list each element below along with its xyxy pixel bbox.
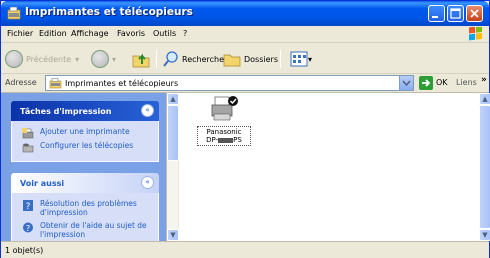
back-arrow-icon — [5, 50, 23, 68]
menu-affichage[interactable]: Affichage — [71, 29, 109, 38]
go-button[interactable] — [419, 76, 433, 90]
printer-tasks-header[interactable]: Tâches d'impression « — [11, 101, 159, 121]
views-button[interactable]: ▾ — [290, 48, 312, 70]
see-also-header[interactable]: Voir aussi « — [11, 173, 159, 193]
forward-button[interactable]: ▾ — [91, 48, 116, 70]
printers-folder-icon — [49, 78, 62, 89]
help-circle-icon: ? — [23, 222, 33, 233]
menu-outils[interactable]: Outils — [153, 29, 176, 38]
address-label: Adresse — [5, 78, 37, 87]
scroll-down-button[interactable]: ▼ — [479, 229, 490, 241]
folders-button[interactable]: Dossiers — [223, 48, 278, 70]
up-button[interactable] — [131, 48, 151, 70]
folders-icon — [223, 54, 241, 67]
printer-tasks-title: Tâches d'impression — [20, 107, 112, 116]
see-also-panel: Voir aussi « ? Résolution des problèmes … — [11, 173, 159, 241]
printing-help-label: Obtenir de l'aide au sujet de l'impressi… — [40, 221, 147, 239]
search-button[interactable]: Rechercher — [163, 48, 227, 70]
go-arrow-icon — [422, 79, 431, 87]
minimize-icon — [432, 16, 438, 18]
printer-icon — [211, 96, 238, 121]
configure-fax-label: Configurer les télécopies — [40, 141, 134, 150]
back-dropdown-icon: ▾ — [75, 54, 80, 64]
add-printer-label: Ajouter une imprimante — [40, 127, 130, 136]
task-pane-scrollbar[interactable]: ▲ ▼ — [166, 93, 179, 241]
printer-name-line1: Panasonic — [206, 128, 242, 136]
status-bar: 1 objet(s) — [1, 241, 489, 258]
back-label: Précédente — [26, 54, 72, 64]
collapse-icon[interactable]: « — [141, 104, 154, 117]
add-printer-icon — [22, 128, 34, 139]
views-icon — [290, 51, 308, 67]
address-bar: Adresse Imprimantes et télécopieurs OK L… — [1, 74, 489, 93]
explorer-window: Imprimantes et télécopieurs Fichier Edit… — [0, 0, 490, 258]
content-scrollbar[interactable]: ▲ ▼ — [479, 93, 490, 241]
printer-tasks-body: Ajouter une imprimante Configurer les té… — [11, 121, 159, 162]
minimize-button[interactable] — [428, 5, 445, 22]
scroll-thumb[interactable] — [479, 105, 490, 229]
windows-logo-icon — [469, 27, 482, 41]
scroll-down-button[interactable]: ▼ — [167, 229, 179, 241]
svg-text:?: ? — [26, 202, 31, 211]
redacted-block — [218, 137, 234, 143]
menu-fichier[interactable]: Fichier — [7, 29, 33, 38]
printer-list: Panasonic DP- PS — [179, 93, 479, 241]
search-icon — [163, 51, 178, 67]
scroll-up-button[interactable]: ▲ — [479, 93, 490, 105]
troubleshoot-printing-label: Résolution des problèmes d'impression — [40, 199, 137, 217]
printer-tasks-panel: Tâches d'impression « Ajouter une imprim… — [11, 101, 159, 162]
close-button[interactable] — [466, 5, 483, 22]
menu-bar: Fichier Edition Affichage Favoris Outils… — [1, 26, 489, 43]
menu-edition[interactable]: Edition — [39, 29, 67, 38]
menu-favoris[interactable]: Favoris — [117, 29, 145, 38]
scroll-thumb[interactable] — [167, 105, 179, 161]
configure-fax-link[interactable]: Configurer les télécopies — [22, 141, 158, 155]
maximize-icon — [450, 8, 461, 19]
see-also-title: Voir aussi — [20, 179, 65, 188]
links-label[interactable]: Liens — [456, 78, 477, 87]
forward-dropdown-icon: ▾ — [112, 54, 117, 64]
address-value: Imprimantes et télécopieurs — [65, 79, 179, 88]
address-field[interactable]: Imprimantes et télécopieurs — [45, 75, 414, 91]
scroll-up-button[interactable]: ▲ — [167, 93, 179, 105]
menu-help[interactable]: ? — [183, 29, 187, 38]
toolbar-separator — [156, 50, 157, 68]
troubleshoot-printing-link[interactable]: ? Résolution des problèmes d'impression — [22, 199, 158, 221]
task-pane: Tâches d'impression « Ajouter une imprim… — [1, 93, 166, 241]
add-printer-link[interactable]: Ajouter une imprimante — [22, 127, 158, 141]
fax-icon — [22, 143, 34, 153]
printing-help-link[interactable]: ? Obtenir de l'aide au sujet de l'impres… — [22, 221, 158, 241]
address-dropdown-button[interactable] — [399, 76, 413, 90]
folder-up-icon — [132, 53, 150, 68]
printer-name-line2: DP- PS — [206, 136, 242, 144]
status-text: 1 objet(s) — [5, 246, 44, 255]
folders-label: Dossiers — [244, 54, 278, 64]
printer-name: Panasonic DP- PS — [197, 126, 251, 146]
forward-arrow-icon — [91, 50, 109, 68]
toolbar-separator — [280, 50, 281, 68]
views-dropdown-icon: ▾ — [308, 54, 313, 64]
collapse-icon[interactable]: « — [141, 176, 154, 189]
default-check-icon — [228, 96, 238, 106]
help-icon: ? — [23, 200, 33, 211]
printers-folder-icon — [7, 7, 21, 20]
see-also-body: ? Résolution des problèmes d'impression … — [11, 193, 159, 241]
title-bar[interactable]: Imprimantes et télécopieurs — [1, 1, 489, 26]
close-icon — [470, 9, 479, 18]
links-chevron-icon[interactable]: » — [481, 75, 487, 85]
maximize-button[interactable] — [447, 5, 464, 22]
window-title: Imprimantes et télécopieurs — [25, 6, 193, 18]
go-label[interactable]: OK — [436, 78, 448, 87]
search-label: Rechercher — [182, 54, 228, 64]
toolbar: Précédente ▾ ▾ Rechercher Dossiers ▾ — [1, 43, 489, 74]
svg-text:?: ? — [26, 224, 30, 233]
chevron-down-icon — [402, 80, 411, 87]
back-button[interactable]: Précédente ▾ — [5, 48, 79, 70]
